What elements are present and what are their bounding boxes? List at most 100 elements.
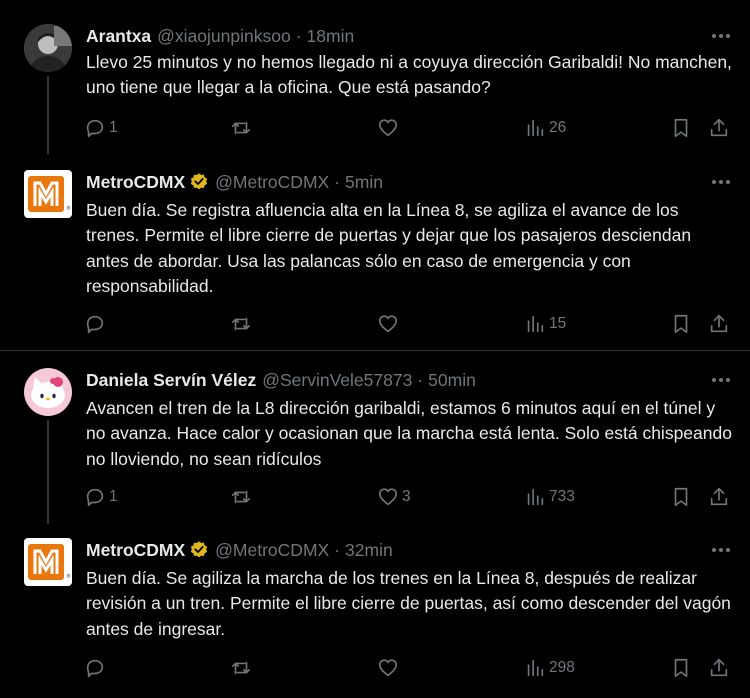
views-count: 733 [549, 488, 575, 505]
separator-dot: · [334, 171, 341, 192]
timestamp[interactable]: 18min [307, 26, 355, 47]
reply-button[interactable] [84, 656, 109, 680]
retweet-button[interactable] [230, 116, 255, 140]
thread-line [47, 76, 49, 154]
display-name[interactable]: Arantxa [86, 26, 151, 47]
like-count: 3 [402, 488, 411, 505]
views-chart-icon [527, 119, 544, 137]
reply-button[interactable] [84, 312, 109, 336]
more-options-button[interactable] [712, 368, 730, 392]
more-dots-icon [712, 180, 716, 184]
metro-logo-icon: ® [24, 538, 72, 586]
avatar[interactable] [24, 24, 72, 72]
views-button[interactable]: 733 [524, 485, 575, 509]
user-handle[interactable]: @xiaojunpinksoo [157, 26, 291, 47]
more-options-button[interactable] [712, 170, 730, 194]
metro-logo-icon: ® [24, 170, 72, 218]
more-dots-icon [712, 34, 716, 38]
bookmark-button[interactable] [670, 312, 692, 336]
tweet-text: Buen día. Se agiliza la marcha de los tr… [86, 568, 731, 639]
tweet-text: Buen día. Se registra afluencia alta en … [86, 200, 692, 296]
heart-icon [378, 488, 398, 506]
display-name[interactable]: Daniela Servín Vélez [86, 370, 256, 391]
timestamp[interactable]: 50min [428, 370, 476, 391]
retweet-button[interactable] [230, 312, 255, 336]
reply-button[interactable]: 1 [84, 116, 118, 140]
views-chart-icon [527, 659, 544, 677]
thread-divider [0, 350, 750, 351]
tweet-actions: 298 [0, 656, 750, 680]
views-count: 26 [549, 119, 567, 136]
like-button[interactable]: 3 [377, 485, 411, 509]
more-options-button[interactable] [712, 538, 730, 562]
retweet-button[interactable] [230, 656, 255, 680]
share-icon [710, 487, 728, 506]
views-button[interactable]: 298 [524, 656, 575, 680]
reply-icon [86, 488, 104, 507]
user-handle[interactable]: @ServinVele57873 [262, 370, 412, 391]
user-handle[interactable]: @MetroCDMX [215, 172, 329, 193]
views-chart-icon [527, 488, 544, 506]
hello-kitty-icon [24, 368, 72, 416]
views-count: 298 [549, 659, 575, 676]
tweet-header: Arantxa @xiaojunpinksoo · 18min [86, 24, 354, 48]
display-name[interactable]: MetroCDMX [86, 540, 185, 561]
bookmark-button[interactable] [670, 656, 692, 680]
avatar[interactable]: ® [24, 170, 72, 218]
bookmark-icon [674, 314, 688, 334]
reply-count: 1 [109, 119, 118, 136]
person-photo-icon [24, 24, 72, 72]
like-button[interactable] [377, 312, 402, 336]
tweet-header: Daniela Servín Vélez @ServinVele57873 · … [86, 368, 476, 392]
share-icon [710, 658, 728, 677]
bookmark-button[interactable] [670, 116, 692, 140]
share-button[interactable] [708, 116, 730, 140]
user-handle[interactable]: @MetroCDMX [215, 540, 329, 561]
bookmark-icon [674, 118, 688, 138]
heart-icon [378, 315, 398, 333]
verified-badge-icon [191, 541, 208, 558]
share-button[interactable] [708, 485, 730, 509]
timestamp[interactable]: 32min [345, 540, 393, 561]
more-dots-icon [712, 378, 716, 382]
retweet-icon [231, 317, 251, 331]
retweet-button[interactable] [230, 485, 255, 509]
separator-dot: · [334, 539, 341, 560]
reply-icon [86, 659, 104, 678]
views-button[interactable]: 15 [524, 312, 566, 336]
retweet-icon [231, 121, 251, 135]
timestamp[interactable]: 5min [345, 172, 383, 193]
separator-dot: · [295, 25, 302, 46]
heart-icon [378, 659, 398, 677]
like-button[interactable] [377, 656, 402, 680]
avatar[interactable]: ® [24, 538, 72, 586]
svg-text:®: ® [66, 205, 71, 212]
tweet-text: Llevo 25 minutos y no hemos llegado ni a… [86, 52, 732, 98]
separator-dot: · [417, 369, 424, 390]
views-chart-icon [527, 315, 544, 333]
reply-icon [86, 119, 104, 138]
share-button[interactable] [708, 656, 730, 680]
bookmark-icon [674, 487, 688, 507]
share-icon [710, 314, 728, 333]
retweet-icon [231, 661, 251, 675]
views-button[interactable]: 26 [524, 116, 566, 140]
tweet-header: MetroCDMX @MetroCDMX · 5min [86, 170, 383, 194]
more-options-button[interactable] [712, 24, 730, 48]
avatar[interactable] [24, 368, 72, 416]
reply-button[interactable]: 1 [84, 485, 118, 509]
bookmark-icon [674, 658, 688, 678]
share-button[interactable] [708, 312, 730, 336]
verified-badge-icon [191, 173, 208, 190]
tweet-text: Avancen el tren de la L8 dirección garib… [86, 398, 732, 469]
reply-icon [86, 315, 104, 334]
share-icon [710, 118, 728, 137]
views-count: 15 [549, 315, 567, 332]
svg-text:®: ® [66, 573, 71, 580]
like-button[interactable] [377, 116, 402, 140]
retweet-icon [231, 490, 251, 504]
more-dots-icon [712, 548, 716, 552]
tweet-header: MetroCDMX @MetroCDMX · 32min [86, 538, 393, 562]
bookmark-button[interactable] [670, 485, 692, 509]
display-name[interactable]: MetroCDMX [86, 172, 185, 193]
